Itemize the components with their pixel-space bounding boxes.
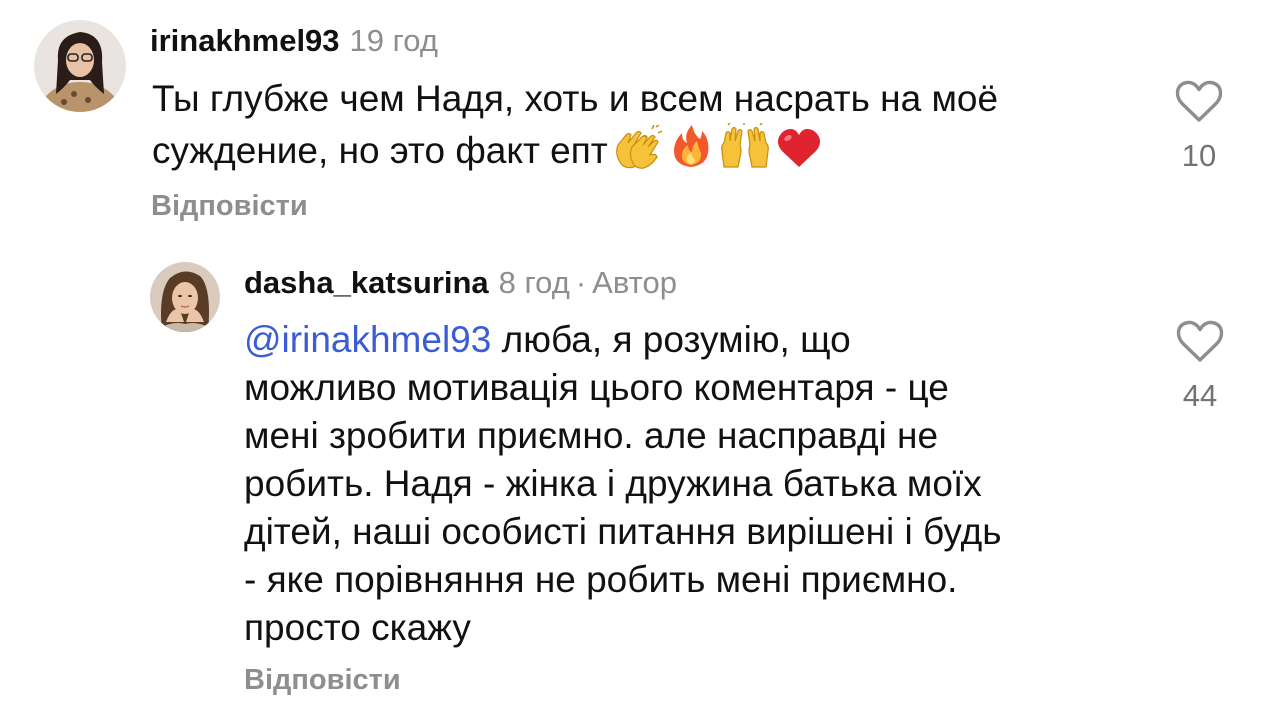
reply-button[interactable]: Відповісти (244, 662, 401, 698)
comment-header: dasha_katsurina 8 год · Автор (244, 263, 677, 303)
fire-emoji (668, 123, 714, 169)
comment-line: @irinakhmel93 люба, я розумію, що (244, 319, 851, 360)
comment-line: - яке порівняння не робить мені приємно. (244, 559, 958, 600)
heart-outline-icon[interactable] (1175, 80, 1223, 124)
reply-button[interactable]: Відповісти (151, 188, 308, 224)
comment-line: дітей, наші особисті питання вирішені і … (244, 511, 1002, 552)
comment-line: просто скажу (244, 607, 471, 648)
comment-dasha_katsurina: dasha_katsurina 8 год · Автор @irinakhmel93… (0, 240, 1280, 712)
comment-line: суждение, но это факт епт (152, 123, 1152, 175)
author-badge: Автор (592, 265, 677, 300)
like-column: 44 (1150, 320, 1250, 414)
comment-irinakhmel93: irinakhmel93 19 год Ты глубже чем Надя, х… (0, 0, 1280, 240)
like-count: 44 (1182, 378, 1218, 413)
mention-link[interactable]: @irinakhmel93 (244, 319, 491, 360)
clapping-hands-emoji (612, 125, 664, 169)
heart-outline-icon[interactable] (1176, 320, 1224, 364)
like-column: 10 (1149, 80, 1249, 174)
raising-hands-emoji (718, 123, 772, 169)
username[interactable]: dasha_katsurina (244, 265, 489, 300)
timestamp: 8 год (498, 265, 570, 300)
red-heart-emoji (776, 127, 822, 169)
avatar[interactable] (150, 262, 220, 332)
username[interactable]: irinakhmel93 (150, 23, 340, 58)
comment-header: irinakhmel93 19 год (150, 21, 438, 61)
like-count: 10 (1181, 138, 1217, 173)
comment-line: Ты глубже чем Надя, хоть и всем насрать … (152, 78, 999, 119)
timestamp: 19 год (349, 23, 438, 58)
comment-line: мені зробити приємно. але насправді не (244, 415, 939, 456)
comment-line: робить. Надя - жінка і дружина батька мо… (244, 463, 982, 504)
comment-text: @irinakhmel93 люба, я розумію, що можлив… (244, 316, 1144, 652)
comment-line: можливо мотивація цього коментаря - це (244, 367, 949, 408)
separator: · (575, 265, 587, 300)
comment-text: Ты глубже чем Надя, хоть и всем насрать … (152, 75, 1152, 175)
avatar[interactable] (34, 20, 126, 112)
